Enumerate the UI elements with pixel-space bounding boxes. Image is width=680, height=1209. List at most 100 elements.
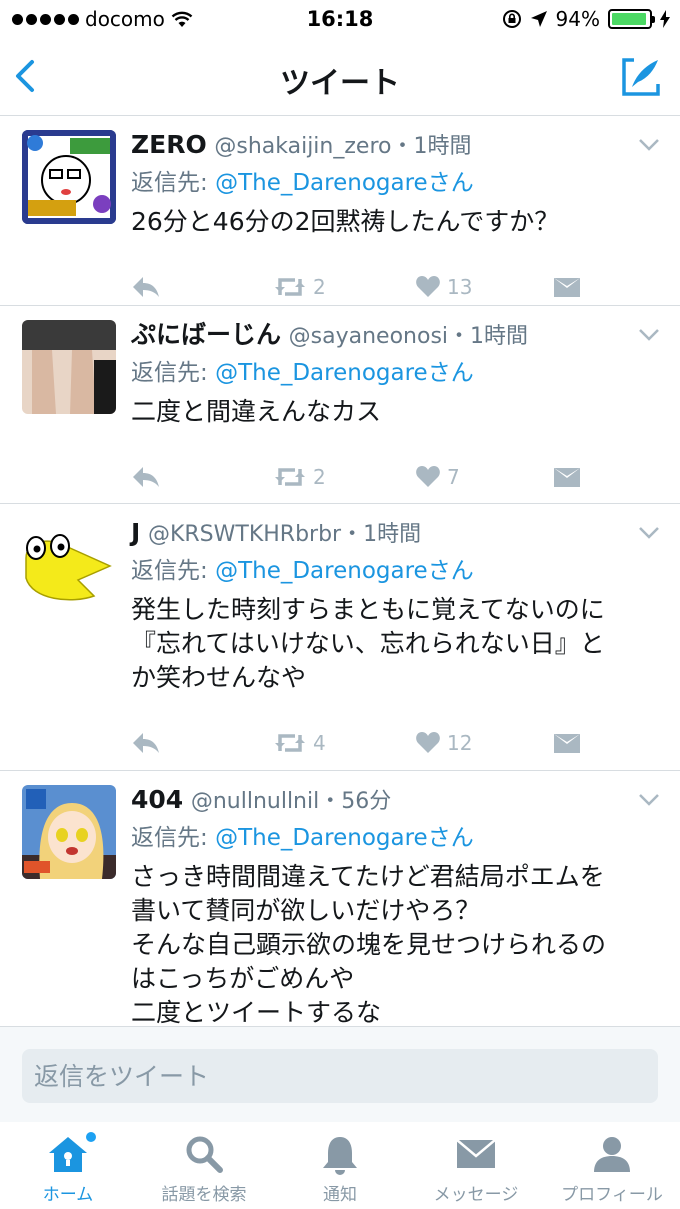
- like-count: 13: [447, 275, 473, 299]
- tab-profile[interactable]: プロフィール: [544, 1122, 680, 1209]
- tab-bar: ホーム 話題を検索 通知 メッセージ プロフィール: [0, 1122, 680, 1209]
- reply-to-prefix: 返信先:: [131, 558, 216, 584]
- tweet-text-line: はこっちがごめんや: [131, 964, 355, 993]
- tweet[interactable]: ZERO @shakaijin_zero・1時間 返信先: @The_Daren…: [0, 116, 680, 306]
- reply-composer: [0, 1026, 680, 1122]
- reply-button[interactable]: [131, 465, 273, 489]
- retweet-button[interactable]: 2: [273, 465, 415, 489]
- chevron-down-icon[interactable]: [638, 793, 660, 807]
- charging-icon: [660, 10, 670, 28]
- tab-label: 通知: [323, 1185, 357, 1205]
- reply-to-prefix: 返信先:: [131, 170, 216, 196]
- reply-input[interactable]: [22, 1049, 658, 1103]
- avatar-image: [22, 785, 116, 879]
- reply-to-prefix: 返信先:: [131, 825, 216, 851]
- retweet-icon: [275, 278, 305, 296]
- tab-label: 話題を検索: [161, 1185, 247, 1205]
- tweet-text-line: か笑わせんなや: [131, 663, 307, 692]
- heart-icon: [416, 732, 440, 753]
- reply-to-line: 返信先: @The_Darenogareさん: [131, 356, 658, 390]
- like-count: 7: [447, 465, 460, 489]
- display-name[interactable]: 404: [131, 785, 183, 814]
- reply-to-user[interactable]: @The_Darenogareさん: [215, 170, 474, 196]
- heart-icon: [416, 466, 440, 487]
- chevron-down-icon[interactable]: [638, 138, 660, 152]
- compose-tweet-button[interactable]: [620, 56, 662, 98]
- timestamp: ・1時間: [391, 134, 472, 159]
- page-title: ツイート: [280, 66, 400, 101]
- home-icon: [49, 1137, 87, 1172]
- retweet-icon: [275, 734, 305, 752]
- tweet-text-line: さっき時間間違えてたけど君結局ポエムを: [131, 862, 605, 891]
- display-name[interactable]: ZERO: [131, 130, 207, 159]
- avatar-image: [22, 518, 116, 612]
- user-handle[interactable]: @nullnullnil: [191, 789, 319, 814]
- retweet-button[interactable]: 2: [273, 275, 415, 299]
- battery-percent: 94%: [555, 7, 600, 31]
- chevron-down-icon[interactable]: [638, 328, 660, 342]
- bell-icon: [323, 1137, 357, 1175]
- direct-message-button[interactable]: [553, 731, 581, 755]
- user-handle[interactable]: @KRSWTKHRbrbr: [148, 522, 341, 547]
- like-button[interactable]: 13: [415, 275, 553, 299]
- heart-icon: [416, 276, 440, 297]
- tab-messages[interactable]: メッセージ: [408, 1122, 544, 1209]
- tweet-header: J @KRSWTKHRbrbr・1時間: [131, 516, 658, 552]
- status-right: 94%: [502, 7, 670, 31]
- user-handle[interactable]: @shakaijin_zero: [214, 134, 391, 159]
- reply-button[interactable]: [131, 275, 273, 299]
- direct-message-button[interactable]: [553, 275, 581, 299]
- avatar[interactable]: [22, 518, 116, 612]
- user-handle[interactable]: @sayaneonosi: [289, 324, 448, 349]
- avatar[interactable]: [22, 785, 116, 879]
- reply-button[interactable]: [131, 731, 273, 755]
- avatar[interactable]: [22, 130, 116, 224]
- navigation-bar: ツイート: [0, 38, 680, 116]
- envelope-icon: [554, 278, 580, 297]
- tab-notifications[interactable]: 通知: [272, 1122, 408, 1209]
- retweet-count: 4: [313, 731, 326, 755]
- tweet[interactable]: ぷにばーじん @sayaneonosi・1時間 返信先: @The_Dareno…: [0, 306, 680, 504]
- display-name[interactable]: ぷにばーじん: [131, 320, 281, 349]
- reply-to-line: 返信先: @The_Darenogareさん: [131, 821, 658, 855]
- tab-home[interactable]: ホーム: [0, 1122, 136, 1209]
- like-button[interactable]: 7: [415, 465, 553, 489]
- reply-icon: [133, 733, 159, 753]
- tab-label: メッセージ: [433, 1185, 519, 1205]
- location-icon: [530, 11, 547, 27]
- chevron-down-icon[interactable]: [638, 526, 660, 540]
- display-name[interactable]: J: [131, 518, 140, 547]
- reply-to-user[interactable]: @The_Darenogareさん: [215, 558, 474, 584]
- retweet-count: 2: [313, 275, 326, 299]
- search-icon: [186, 1136, 223, 1173]
- tweet-text-line: 発生した時刻すらまともに覚えてないのに: [131, 595, 605, 624]
- avatar[interactable]: [22, 320, 116, 414]
- envelope-icon: [456, 1139, 496, 1168]
- tweet-text-line: 『忘れてはいけない、忘れられない日』と: [131, 629, 605, 658]
- direct-message-button[interactable]: [553, 465, 581, 489]
- tweet-text: さっき時間間違えてたけど君結局ポエムを 書いて賛同が欲しいだけやろ？ そんな自己…: [131, 860, 658, 1026]
- status-bar: docomo 16:18 94%: [0, 0, 680, 38]
- reply-to-prefix: 返信先:: [131, 360, 216, 386]
- tweet[interactable]: J @KRSWTKHRbrbr・1時間 返信先: @The_Darenogare…: [0, 504, 680, 771]
- tweet-text-line: そんな自己顕示欲の塊を見せつけられるの: [131, 930, 607, 959]
- envelope-icon: [554, 734, 580, 753]
- like-button[interactable]: 12: [415, 731, 553, 755]
- tweet-text: 二度と間違えんなカス: [131, 397, 382, 426]
- reply-icon: [133, 467, 159, 487]
- retweet-button[interactable]: 4: [273, 731, 415, 755]
- battery-icon: [608, 9, 655, 29]
- reply-to-user[interactable]: @The_Darenogareさん: [215, 360, 474, 386]
- compose-icon: [622, 58, 660, 96]
- reply-to-user[interactable]: @The_Darenogareさん: [215, 825, 474, 851]
- profile-icon: [594, 1137, 630, 1172]
- tweet-header: ぷにばーじん @sayaneonosi・1時間: [131, 318, 658, 354]
- like-count: 12: [447, 731, 473, 755]
- tab-search[interactable]: 話題を検索: [136, 1122, 272, 1209]
- envelope-icon: [554, 468, 580, 487]
- reply-to-line: 返信先: @The_Darenogareさん: [131, 166, 658, 200]
- avatar-image: [22, 130, 116, 224]
- battery-level: [612, 13, 646, 25]
- tweet[interactable]: 404 @nullnullnil・56分 返信先: @The_Darenogar…: [0, 771, 680, 1026]
- retweet-icon: [275, 468, 305, 486]
